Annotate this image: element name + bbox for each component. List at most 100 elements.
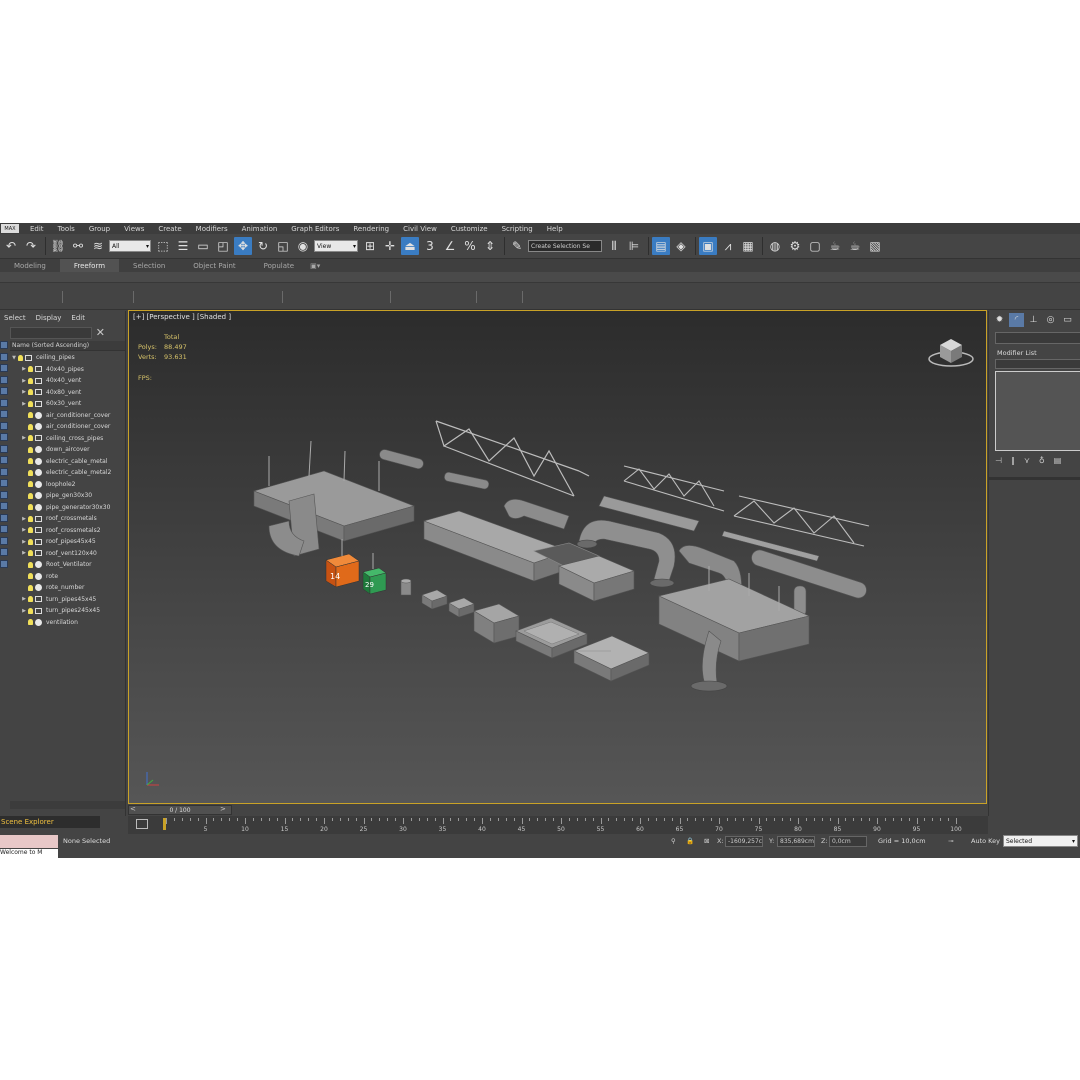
modifier-stack[interactable]: [995, 371, 1080, 451]
expand-right-icon[interactable]: ▶: [20, 401, 28, 407]
toggle-ribbon-icon[interactable]: ▣: [699, 237, 717, 255]
scene-tree-row[interactable]: pipe_gen30x30: [10, 490, 125, 502]
align-icon[interactable]: ⊫: [625, 237, 643, 255]
scene-tree-row[interactable]: rote_number: [10, 582, 125, 594]
visibility-bulb-icon[interactable]: [28, 481, 33, 488]
redo-icon[interactable]: ↷: [22, 237, 40, 255]
menu-modifiers[interactable]: Modifiers: [189, 225, 235, 233]
ribbon-options-icon[interactable]: ▣▾: [308, 262, 322, 270]
expand-right-icon[interactable]: ▶: [20, 435, 28, 441]
display-invert-icon[interactable]: [0, 502, 8, 510]
visibility-bulb-icon[interactable]: [28, 515, 33, 522]
schematic-view-icon[interactable]: ▦: [739, 237, 757, 255]
small-cylinder[interactable]: [400, 578, 412, 596]
scene-tree-row[interactable]: ▶ 40x40_vent: [10, 375, 125, 387]
scene-tree-row[interactable]: ▶ roof_crossmetals2: [10, 525, 125, 537]
display-children-icon[interactable]: [0, 536, 8, 545]
display-bones-icon[interactable]: [0, 433, 8, 441]
visibility-bulb-icon[interactable]: [28, 469, 33, 476]
visibility-bulb-icon[interactable]: [28, 527, 33, 534]
display-influences-icon[interactable]: [0, 548, 8, 556]
menu-scripting[interactable]: Scripting: [495, 225, 540, 233]
tab-modeling[interactable]: Modeling: [0, 262, 60, 270]
select-object-icon[interactable]: ⬚: [154, 237, 172, 255]
rectangular-selection-icon[interactable]: ▭: [194, 237, 212, 255]
scene-tree-row[interactable]: Root_Ventilator: [10, 559, 125, 571]
track-bar[interactable]: 5 10 15 20 25 30 35 40 45 50 55 60 65 70 75 80 85 90 95 100: [128, 816, 988, 834]
scene-tree-row[interactable]: ▶ 60x30_vent: [10, 398, 125, 410]
visibility-bulb-icon[interactable]: [28, 400, 33, 407]
display-all-icon[interactable]: [0, 479, 8, 487]
maxscript-listener-input[interactable]: [0, 835, 58, 848]
perspective-viewport[interactable]: [+] [Perspective ] [Shaded ] Total Polys…: [128, 310, 987, 804]
select-scale-icon[interactable]: ◱: [274, 237, 292, 255]
expand-right-icon[interactable]: ▶: [20, 516, 28, 522]
motion-tab-icon[interactable]: ◎: [1043, 313, 1058, 327]
expand-right-icon[interactable]: ▶: [20, 378, 28, 384]
cube-vent[interactable]: [473, 603, 520, 644]
object-name-field[interactable]: [995, 332, 1080, 344]
key-icon[interactable]: ⊸: [948, 837, 953, 845]
z-coord-field[interactable]: 0,0cm: [829, 836, 867, 847]
visibility-bulb-icon[interactable]: [28, 435, 33, 442]
reference-coordinate-select[interactable]: View: [314, 240, 358, 252]
menu-create[interactable]: Create: [151, 225, 188, 233]
scene-tree-row[interactable]: pipe_generator30x30: [10, 502, 125, 514]
menu-edit[interactable]: Edit: [23, 225, 51, 233]
menu-rendering[interactable]: Rendering: [346, 225, 396, 233]
scene-tree-row[interactable]: rote: [10, 571, 125, 583]
selection-filter-select[interactable]: All: [109, 240, 151, 252]
configure-modifier-sets-icon[interactable]: ▤: [1054, 456, 1062, 465]
edit-named-selection-icon[interactable]: ✎: [508, 237, 526, 255]
scene-tree-row[interactable]: ▶ turn_pipes245x45: [10, 605, 125, 617]
scene-tree-row[interactable]: electric_cable_metal: [10, 456, 125, 468]
visibility-bulb-icon[interactable]: [18, 354, 23, 361]
display-frozen-icon[interactable]: [0, 456, 8, 464]
roof-truss-left[interactable]: [435, 420, 590, 497]
display-containers-icon[interactable]: [0, 444, 8, 453]
green-box[interactable]: 29: [362, 553, 387, 595]
spring-pipe[interactable]: [444, 471, 490, 490]
app-logo[interactable]: MAX: [1, 224, 19, 233]
previous-frame-icon[interactable]: <: [130, 805, 136, 813]
scene-tree-row[interactable]: ▶ roof_pipes45x45: [10, 536, 125, 548]
tab-selection[interactable]: Selection: [119, 262, 179, 270]
scene-tree-row[interactable]: ▶ ceiling_cross_pipes: [10, 433, 125, 445]
render-production-icon[interactable]: ☕: [826, 237, 844, 255]
remove-modifier-icon[interactable]: ♁: [1039, 456, 1045, 465]
roof-truss-right[interactable]: [733, 495, 870, 547]
scene-tree-row[interactable]: ▶ roof_vent120x40: [10, 548, 125, 560]
menu-tools[interactable]: Tools: [51, 225, 82, 233]
hierarchy-tab-icon[interactable]: ⊥: [1026, 313, 1041, 327]
scene-explorer-toggle-icon[interactable]: ▤: [652, 237, 670, 255]
scene-explorer-tab[interactable]: Scene Explorer: [0, 816, 100, 828]
orange-box[interactable]: 14: [325, 539, 360, 588]
expand-right-icon[interactable]: ▶: [20, 608, 28, 614]
menu-group[interactable]: Group: [82, 225, 117, 233]
curve-editor-icon[interactable]: ⩘: [719, 237, 737, 255]
display-groups-icon[interactable]: [0, 410, 8, 418]
menu-help[interactable]: Help: [540, 225, 570, 233]
visibility-bulb-icon[interactable]: [28, 561, 33, 568]
small-box-2[interactable]: [448, 597, 475, 618]
scene-tree-row[interactable]: ▶ 40x40_pipes: [10, 364, 125, 376]
snaps-toggle-icon[interactable]: 3: [421, 237, 439, 255]
close-icon[interactable]: ✕: [96, 326, 105, 339]
angle-snap-icon[interactable]: ∠: [441, 237, 459, 255]
display-tab-icon[interactable]: ▭: [1060, 313, 1075, 327]
scene-tree-row[interactable]: air_conditioner_cover: [10, 421, 125, 433]
visibility-bulb-icon[interactable]: [28, 596, 33, 603]
display-cameras-icon[interactable]: [0, 375, 8, 384]
visibility-bulb-icon[interactable]: [28, 377, 33, 384]
lock-selection-icon[interactable]: 🔒: [686, 837, 694, 845]
expand-down-icon[interactable]: ▼: [10, 355, 18, 361]
display-geometry-icon[interactable]: [0, 341, 8, 349]
visibility-bulb-icon[interactable]: [28, 573, 33, 580]
spinner-snap-icon[interactable]: ⇕: [481, 237, 499, 255]
expand-right-icon[interactable]: ▶: [20, 389, 28, 395]
visibility-bulb-icon[interactable]: [28, 446, 33, 453]
expand-right-icon[interactable]: ▶: [20, 366, 28, 372]
absolute-mode-icon[interactable]: ⊠: [704, 837, 709, 845]
tab-object-paint[interactable]: Object Paint: [179, 262, 249, 270]
auto-key-button[interactable]: Auto Key: [971, 837, 1000, 845]
